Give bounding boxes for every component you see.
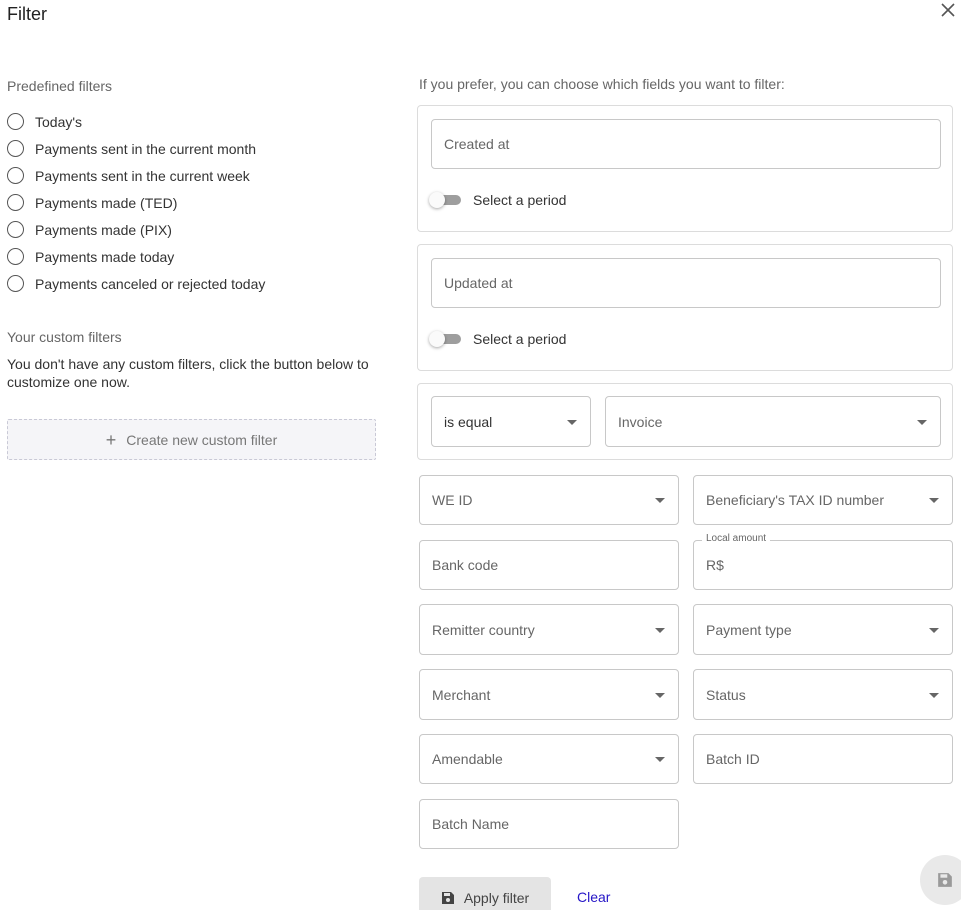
- created-at-placeholder: Created at: [444, 136, 510, 152]
- radio-current-month[interactable]: Payments sent in the current month: [7, 135, 387, 162]
- create-custom-filter-label: Create new custom filter: [126, 431, 278, 448]
- status-select[interactable]: Status: [693, 669, 953, 720]
- status-label: Status: [706, 686, 746, 703]
- apply-filter-label: Apply filter: [463, 890, 530, 906]
- condition-field-value: Invoice: [618, 413, 663, 430]
- radio-label: Payments made (TED): [35, 194, 178, 211]
- updated-at-placeholder: Updated at: [444, 275, 513, 291]
- toggle-label: Select a period: [473, 331, 567, 347]
- bank-code-placeholder: Bank code: [432, 557, 499, 573]
- bank-code-input[interactable]: Bank code: [419, 540, 679, 590]
- merchant-select[interactable]: Merchant: [419, 669, 679, 720]
- local-amount-input[interactable]: Local amount R$: [693, 533, 953, 590]
- created-at-period-toggle[interactable]: Select a period: [429, 192, 566, 208]
- payment-type-label: Payment type: [706, 621, 792, 638]
- radio-label: Payments made today: [35, 248, 175, 265]
- chevron-down-icon: [655, 627, 665, 633]
- remitter-country-select[interactable]: Remitter country: [419, 604, 679, 655]
- plus-icon: +: [105, 429, 117, 450]
- custom-filters-heading: Your custom filters: [7, 329, 122, 345]
- create-custom-filter-button[interactable]: + Create new custom filter: [7, 419, 376, 460]
- radio-pix[interactable]: Payments made (PIX): [7, 216, 387, 243]
- radio-todays[interactable]: Today's: [7, 108, 387, 135]
- save-icon: [441, 892, 454, 904]
- we-id-select[interactable]: WE ID: [419, 475, 679, 525]
- custom-filters-empty-text: You don't have any custom filters, click…: [7, 356, 369, 390]
- toggle-label: Select a period: [473, 192, 567, 208]
- created-at-card: Created at Select a period: [417, 105, 953, 232]
- condition-field-select[interactable]: Invoice: [605, 396, 941, 447]
- chevron-down-icon: [929, 627, 939, 633]
- operator-value: is equal: [444, 413, 493, 430]
- radio-circle-icon[interactable]: [7, 248, 24, 265]
- radio-label: Payments canceled or rejected today: [35, 275, 266, 292]
- local-amount-label: Local amount: [702, 533, 771, 544]
- radio-canceled-today[interactable]: Payments canceled or rejected today: [7, 270, 387, 297]
- save-filter-fab[interactable]: [920, 855, 961, 905]
- radio-circle-icon[interactable]: [7, 275, 24, 292]
- predefined-filters-list: Today's Payments sent in the current mon…: [7, 108, 387, 297]
- chevron-down-icon: [655, 757, 665, 762]
- operator-select[interactable]: is equal: [431, 396, 591, 447]
- chevron-down-icon: [655, 498, 665, 503]
- toggle-switch[interactable]: [429, 331, 461, 347]
- radio-circle-icon[interactable]: [7, 140, 24, 157]
- chevron-down-icon: [929, 498, 939, 503]
- close-icon: [941, 3, 955, 17]
- radio-circle-icon[interactable]: [7, 113, 24, 130]
- radio-label: Today's: [35, 113, 83, 130]
- radio-ted[interactable]: Payments made (TED): [7, 189, 387, 216]
- radio-label: Payments made (PIX): [35, 221, 172, 238]
- toggle-switch[interactable]: [429, 192, 461, 208]
- remitter-country-label: Remitter country: [432, 621, 535, 638]
- clear-link[interactable]: Clear: [577, 889, 610, 905]
- condition-card: is equal Invoice: [417, 383, 953, 460]
- save-icon: [938, 873, 952, 887]
- apply-filter-button[interactable]: Apply filter: [419, 877, 551, 910]
- updated-at-input[interactable]: Updated at: [431, 258, 941, 308]
- radio-label: Payments sent in the current week: [35, 167, 250, 184]
- payment-type-select[interactable]: Payment type: [693, 604, 953, 655]
- beneficiary-tax-id-select[interactable]: Beneficiary's TAX ID number: [693, 475, 953, 525]
- batch-id-input[interactable]: Batch ID: [693, 734, 953, 784]
- radio-circle-icon[interactable]: [7, 194, 24, 211]
- local-amount-prefix: R$: [706, 557, 724, 573]
- chevron-down-icon: [655, 692, 665, 698]
- predefined-filters-heading: Predefined filters: [7, 78, 113, 94]
- beneficiary-tax-id-label: Beneficiary's TAX ID number: [706, 492, 885, 508]
- radio-circle-icon[interactable]: [7, 167, 24, 184]
- radio-label: Payments sent in the current month: [35, 140, 256, 157]
- close-button[interactable]: [938, 0, 958, 20]
- radio-circle-icon[interactable]: [7, 221, 24, 238]
- fields-intro: If you prefer, you can choose which fiel…: [419, 76, 785, 92]
- batch-id-placeholder: Batch ID: [706, 751, 760, 767]
- updated-at-period-toggle[interactable]: Select a period: [429, 331, 566, 347]
- merchant-label: Merchant: [432, 686, 491, 703]
- created-at-input[interactable]: Created at: [431, 119, 941, 169]
- batch-name-input[interactable]: Batch Name: [419, 799, 679, 849]
- chevron-down-icon: [929, 692, 939, 698]
- we-id-label: WE ID: [432, 492, 473, 508]
- amendable-label: Amendable: [432, 751, 503, 767]
- updated-at-card: Updated at Select a period: [417, 244, 953, 371]
- dialog-title: Filter: [7, 4, 47, 24]
- chevron-down-icon: [917, 419, 927, 425]
- batch-name-placeholder: Batch Name: [432, 816, 510, 832]
- radio-current-week[interactable]: Payments sent in the current week: [7, 162, 387, 189]
- chevron-down-icon: [567, 419, 577, 425]
- radio-made-today[interactable]: Payments made today: [7, 243, 387, 270]
- amendable-select[interactable]: Amendable: [419, 734, 679, 784]
